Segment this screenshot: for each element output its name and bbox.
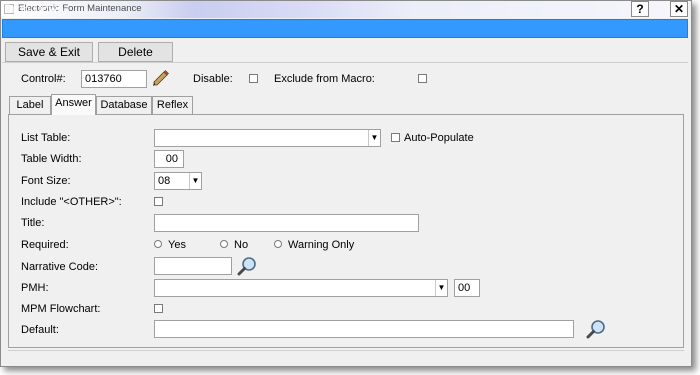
auto-populate-checkbox[interactable] <box>391 133 400 142</box>
delete-button[interactable]: Delete <box>98 42 173 62</box>
exclude-macro-checkbox[interactable] <box>418 74 427 83</box>
control-label: Control#: <box>21 73 66 85</box>
control-number-field[interactable]: 013760 <box>81 70 147 88</box>
required-yes-radio[interactable] <box>154 240 162 248</box>
table-width-label: Table Width: <box>21 153 82 165</box>
close-button[interactable]: ✕ <box>670 1 688 17</box>
tab-label[interactable]: Label <box>9 96 51 114</box>
disable-checkbox[interactable] <box>249 74 258 83</box>
include-other-label: Include "<OTHER>": <box>21 196 122 208</box>
pmh-select[interactable]: ▼ <box>154 279 448 297</box>
magnifier-icon[interactable] <box>236 256 258 276</box>
mpm-flowchart-label: MPM Flowchart: <box>21 303 101 315</box>
help-button[interactable]: ? <box>631 1 649 17</box>
required-warning-label: Warning Only <box>288 239 355 251</box>
required-yes-label: Yes <box>168 239 186 251</box>
font-size-value: 08 <box>158 175 171 187</box>
default-label: Default: <box>21 324 59 336</box>
required-no-label: No <box>234 239 249 251</box>
title-label: Title: <box>21 217 45 229</box>
pmh-extra-field[interactable]: 00 <box>454 279 480 297</box>
pmh-label: PMH: <box>21 282 49 294</box>
exclude-macro-label: Exclude from Macro: <box>274 73 375 85</box>
table-width-field[interactable]: 00 <box>154 150 184 168</box>
tab-database[interactable]: Database <box>96 96 152 114</box>
list-table-label: List Table: <box>21 132 71 144</box>
chevron-down-icon[interactable]: ▼ <box>368 130 380 146</box>
chevron-down-icon[interactable]: ▼ <box>435 280 447 296</box>
form-header-title: Drop Down <box>4 2 65 16</box>
disable-label: Disable: <box>193 73 233 85</box>
title-field[interactable] <box>154 214 419 232</box>
save-exit-button[interactable]: Save & Exit <box>5 42 93 62</box>
font-size-select[interactable]: 08 ▼ <box>154 172 202 190</box>
default-field[interactable] <box>154 320 574 338</box>
tab-answer[interactable]: Answer <box>51 94 96 115</box>
tab-reflex[interactable]: Reflex <box>152 96 193 114</box>
include-other-checkbox[interactable] <box>154 197 163 206</box>
magnifier-icon[interactable] <box>585 319 607 339</box>
footer-divider <box>8 350 684 351</box>
pencil-icon[interactable] <box>151 70 171 88</box>
form-header <box>2 19 688 38</box>
mpm-flowchart-checkbox[interactable] <box>154 304 163 313</box>
required-warning-radio[interactable] <box>274 240 282 248</box>
narrative-code-label: Narrative Code: <box>21 261 99 273</box>
list-table-select[interactable]: ▼ <box>154 129 381 147</box>
chevron-down-icon[interactable]: ▼ <box>189 173 201 189</box>
font-size-label: Font Size: <box>21 175 71 187</box>
required-label: Required: <box>21 239 69 251</box>
narrative-code-field[interactable] <box>154 257 232 275</box>
auto-populate-label: Auto-Populate <box>404 132 474 144</box>
required-no-radio[interactable] <box>220 240 228 248</box>
